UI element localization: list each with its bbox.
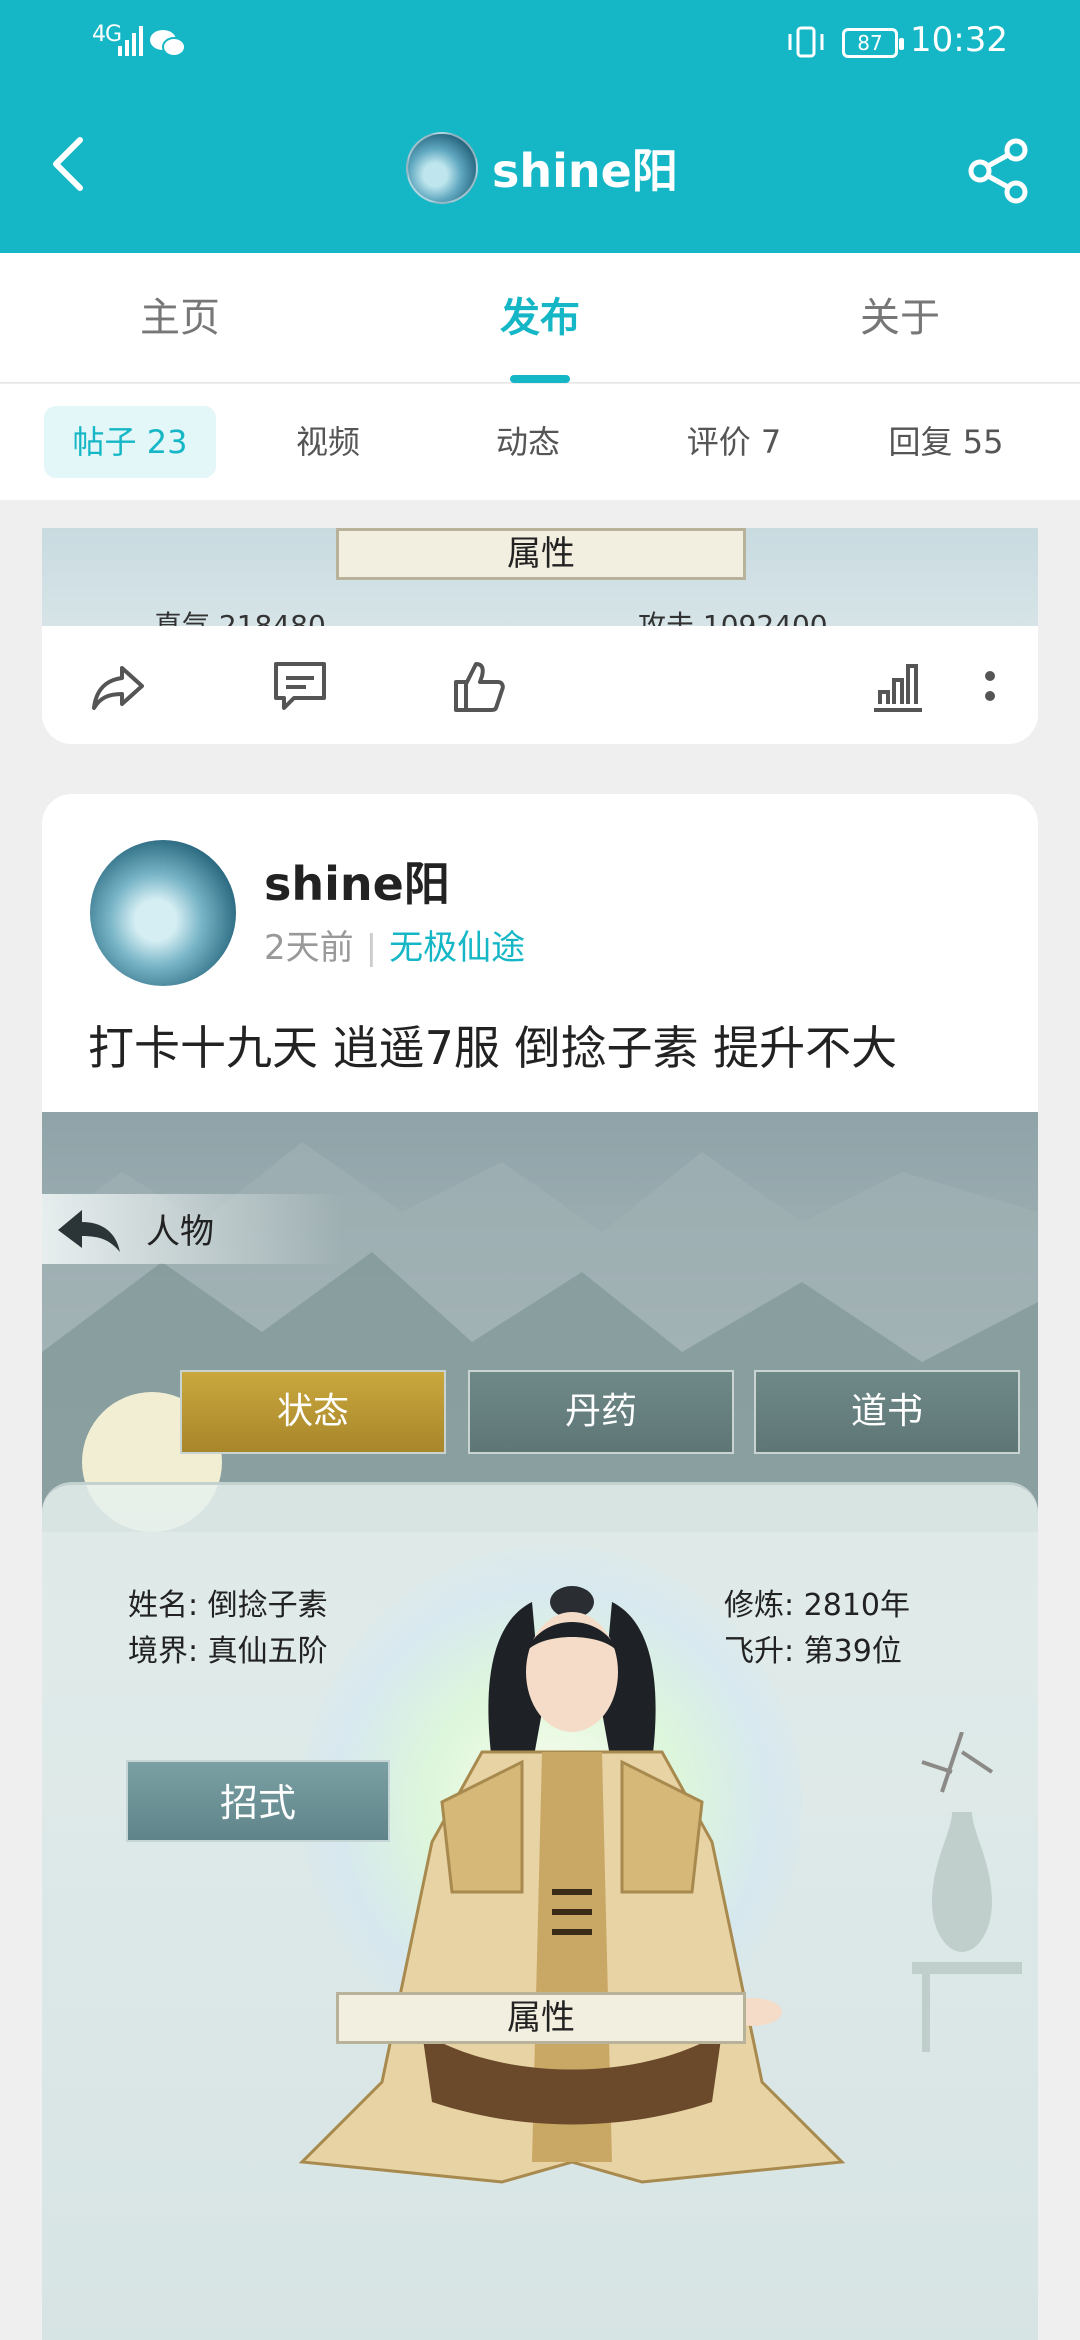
mountain-background — [42, 1142, 1038, 1532]
tab-home[interactable]: 主页 — [60, 253, 300, 383]
game-tab-status: 状态 — [180, 1370, 446, 1454]
character-illustration — [298, 1586, 846, 2184]
post-text[interactable]: 打卡十九天 逍遥7服 倒捻子素 提升不大 — [88, 1012, 897, 1078]
game-page-label: 人物 — [146, 1212, 214, 1252]
vase-decoration — [912, 1732, 1022, 2052]
comment-icon[interactable] — [270, 656, 330, 716]
game-tab-pills: 丹药 — [468, 1370, 734, 1454]
status-bar: 4G 87 10:32 — [0, 0, 1080, 84]
battery-indicator: 87 — [842, 28, 904, 58]
subtab-posts[interactable]: 帖子 23 — [44, 406, 216, 478]
back-arrow-icon[interactable] — [48, 134, 88, 194]
post-card[interactable]: 属性 真气 218480 攻击 1092400 — [42, 528, 1038, 744]
subtab-videos[interactable]: 视频 — [248, 406, 408, 478]
tab-about[interactable]: 关于 — [780, 253, 1020, 383]
post-image[interactable]: 人物 状态 丹药 道书 姓名: 倒捻子素 境界: 真仙五阶 修炼: 2810年 … — [42, 1112, 1038, 2340]
author-name[interactable]: shine阳 — [264, 848, 450, 914]
app-header: 4G 87 10:32 shine阳 — [0, 0, 1080, 253]
share-icon[interactable] — [966, 138, 1032, 204]
attribute-banner: 属性 — [336, 1992, 746, 2044]
game-back-arrow-icon — [58, 1210, 120, 1252]
author-avatar[interactable] — [90, 840, 236, 986]
sub-tabs: 帖子 23 视频 动态 评价 7 回复 55 — [0, 384, 1080, 500]
page-title: shine阳 — [492, 144, 678, 198]
tab-posts[interactable]: 发布 — [420, 253, 660, 383]
vibrate-icon — [788, 26, 824, 58]
share-arrow-icon[interactable] — [88, 656, 148, 716]
post-actions — [42, 626, 1038, 744]
like-icon[interactable] — [448, 656, 508, 716]
active-tab-indicator — [510, 375, 570, 383]
subtab-activity[interactable]: 动态 — [448, 406, 608, 478]
wechat-icon — [150, 30, 186, 57]
more-icon[interactable] — [980, 656, 1000, 716]
post-image[interactable]: 属性 真气 218480 攻击 1092400 — [42, 528, 1038, 642]
signal-indicator: 4G — [92, 22, 122, 47]
attribute-banner: 属性 — [336, 528, 746, 580]
stats-icon[interactable] — [868, 656, 928, 716]
post-meta: 2天前 | 无极仙途 — [264, 920, 525, 969]
profile-title[interactable]: shine阳 — [406, 132, 678, 204]
post-time: 2天前 — [264, 928, 354, 968]
meta-divider: | — [365, 928, 378, 968]
post-card[interactable]: shine阳 2天前 | 无极仙途 打卡十九天 逍遥7服 倒捻子素 提升不大 人物 … — [42, 794, 1038, 2340]
header-avatar — [406, 132, 478, 204]
game-tag[interactable]: 无极仙途 — [389, 928, 525, 968]
subtab-replies[interactable]: 回复 55 — [856, 406, 1036, 478]
subtab-reviews[interactable]: 评价 7 — [654, 406, 814, 478]
main-tabs: 主页 发布 关于 — [0, 253, 1080, 383]
clock: 10:32 — [910, 20, 1008, 60]
signal-bars-icon — [118, 26, 143, 56]
game-tab-books: 道书 — [754, 1370, 1020, 1454]
